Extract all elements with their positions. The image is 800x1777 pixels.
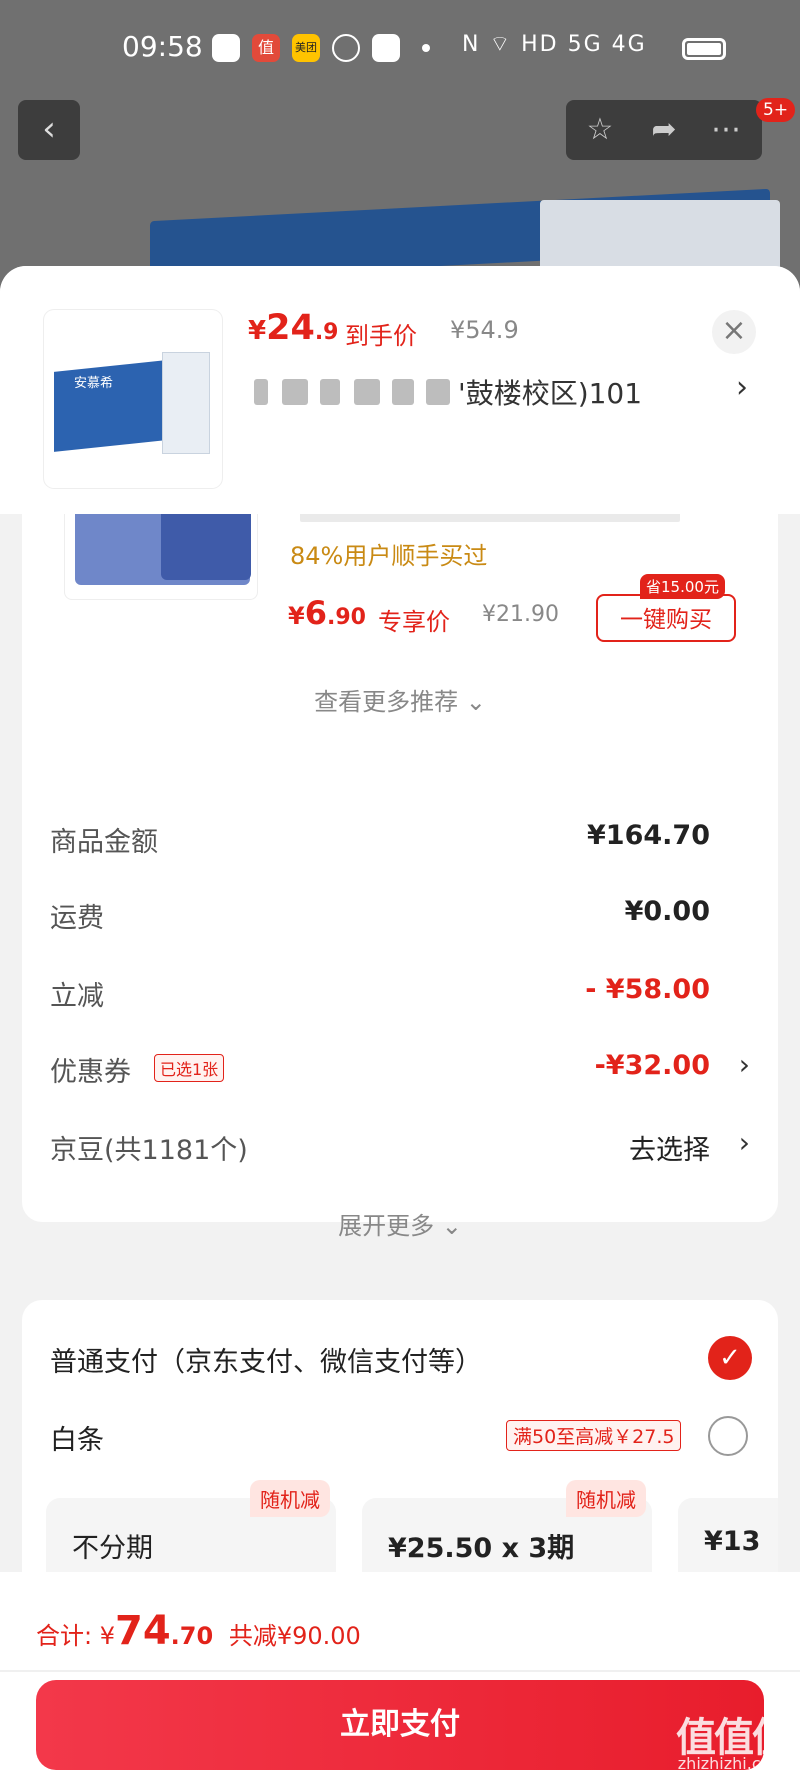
more-recommendations-link[interactable]: 查看更多推荐 ⌄ [22, 682, 778, 717]
chat-app-icon [332, 34, 360, 62]
one-click-buy-button[interactable]: 一键购买 [596, 594, 736, 642]
app-notification-icon [212, 34, 240, 62]
buyers-note: 84%用户顺手买过 [290, 542, 488, 570]
message-badge: 5+ [756, 98, 796, 122]
recommended-price: ¥6.90 [288, 594, 366, 632]
chevron-right-icon: › [738, 1048, 750, 1081]
close-button[interactable]: × [712, 310, 756, 354]
address-text: '鼓楼校区)101 [458, 377, 643, 410]
random-discount-tag: 随机减 [566, 1480, 646, 1517]
original-price: ¥54.9 [450, 316, 519, 344]
status-bar: 09:58 值 美团 N ⌔ HD 5G 4G [0, 0, 800, 100]
expand-more-link[interactable]: 展开更多 ⌄ [22, 1206, 778, 1241]
recommended-original-price: ¥21.90 [482, 602, 559, 627]
notification-dot-icon [422, 44, 430, 52]
zhide-app-icon: 值 [252, 34, 280, 62]
more-menu-icon[interactable]: ⋯ [704, 108, 748, 152]
summary-row-jingdou[interactable]: 京豆(共1181个) 去选择 › [50, 1120, 750, 1170]
save-amount-tag: 省15.00元 [640, 574, 725, 599]
summary-row-coupon[interactable]: 优惠券 已选1张 -¥32.00 › [50, 1042, 750, 1092]
check-selected-icon[interactable]: ✓ [708, 1336, 752, 1380]
watermark-url: zhizhizhi.com [677, 1754, 786, 1773]
product-thumbnail[interactable]: 安慕希 [44, 310, 222, 488]
top-actions: ☆ ➦ ⋯ [566, 100, 762, 160]
chevron-right-icon: › [736, 370, 748, 405]
summary-row-subtotal: 商品金额 ¥164.70 [50, 820, 710, 858]
payment-card: 普通支付（京东支付、微信支付等） ✓ 白条 满50至高减￥27.5 不分期 随机… [22, 1300, 778, 1600]
coupon-selected-tag: 已选1张 [154, 1054, 225, 1082]
radio-unselected-icon[interactable] [708, 1416, 748, 1456]
summary-row-instant-discount: 立减 - ¥58.00 [50, 974, 710, 1012]
address-redacted [254, 379, 268, 405]
meituan-app-icon: 美团 [292, 34, 320, 62]
baitiao-option[interactable]: 白条 [50, 1418, 104, 1457]
final-price: ¥24.9 [248, 308, 339, 348]
battery-icon [682, 38, 726, 60]
checkout-bottom-bar: 合计: ¥74.70 共减¥90.00 立即支付 值值值 zhizhizhi.c… [0, 1572, 800, 1777]
exclusive-price-label: 专享价 [378, 608, 450, 636]
music-app-icon [372, 34, 400, 62]
order-summary-card: 商品金额 ¥164.70 运费 ¥0.00 立减 - ¥58.00 优惠券 已选… [22, 782, 778, 1222]
summary-row-shipping: 运费 ¥0.00 [50, 896, 710, 934]
total-amount: 合计: ¥74.70 共减¥90.00 [36, 1608, 361, 1654]
sheet-header: 安慕希 ¥24.9 到手价 ¥54.9 × '鼓楼校区)101 › [0, 266, 800, 514]
normal-payment-option[interactable]: 普通支付（京东支付、微信支付等） [50, 1340, 482, 1379]
random-discount-tag: 随机减 [250, 1480, 330, 1517]
total-discount: 共减¥90.00 [228, 1622, 361, 1650]
back-button[interactable]: ‹ [18, 100, 80, 160]
final-price-label: 到手价 [345, 322, 417, 350]
status-indicators: N ⌔ HD 5G 4G [462, 32, 647, 57]
checkout-sheet: 84%用户顺手买过 ¥6.90 专享价 ¥21.90 一键购买 省15.00元 … [0, 266, 800, 1777]
share-icon[interactable]: ➦ [642, 108, 686, 152]
pay-now-button[interactable]: 立即支付 [36, 1680, 764, 1770]
baitiao-promo-tag: 满50至高减￥27.5 [506, 1420, 682, 1451]
divider [0, 1670, 800, 1672]
favorite-star-icon[interactable]: ☆ [578, 108, 622, 152]
status-time: 09:58 [122, 30, 203, 63]
chevron-right-icon: › [738, 1126, 750, 1159]
